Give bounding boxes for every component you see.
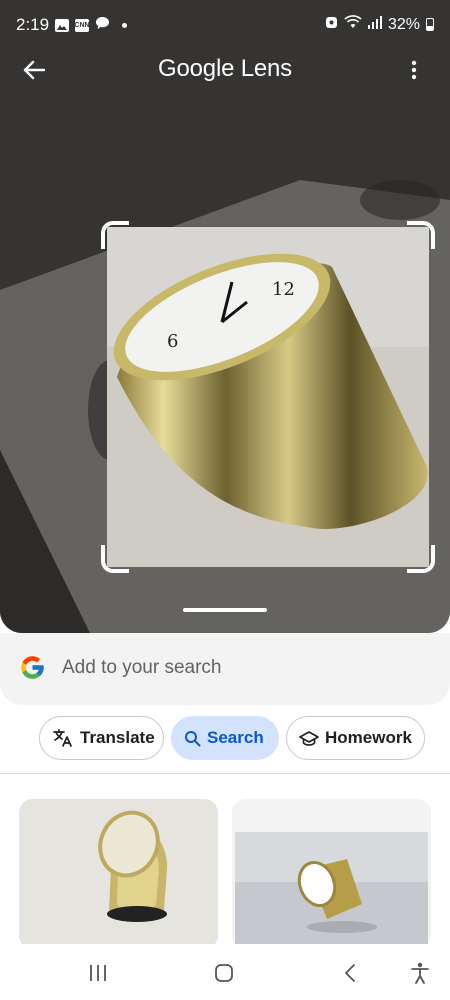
battery-icon — [426, 18, 434, 31]
clock-photo: 6 12 — [107, 227, 429, 567]
recents-button[interactable] — [83, 958, 113, 988]
crop-handle-top-left[interactable] — [101, 221, 129, 249]
chip-search[interactable]: Search — [171, 716, 279, 760]
chip-search-label: Search — [207, 728, 264, 747]
accessibility-button[interactable] — [405, 958, 435, 988]
nav-back-button[interactable] — [335, 958, 365, 988]
chip-translate[interactable]: Translate — [39, 716, 164, 760]
search-placeholder: Add to your search — [62, 657, 222, 678]
notification-icons: CNN — [55, 16, 127, 35]
more-notifications-dot — [122, 23, 127, 28]
crop-handle-top-right[interactable] — [407, 221, 435, 249]
signal-icon — [367, 15, 382, 34]
chip-homework[interactable]: Homework — [286, 716, 425, 760]
recents-icon — [90, 965, 106, 981]
crop-handle-bottom-right[interactable] — [407, 545, 435, 573]
result-card[interactable] — [232, 799, 431, 949]
divider — [0, 773, 450, 774]
accessibility-icon — [411, 962, 429, 984]
school-cap-icon — [299, 730, 319, 746]
svg-text:12: 12 — [272, 279, 295, 300]
chip-homework-label: Homework — [325, 728, 412, 747]
result-card[interactable] — [19, 799, 218, 949]
cnn-icon: CNN — [74, 19, 90, 32]
search-icon — [185, 730, 201, 746]
crop-handle-bottom-left[interactable] — [101, 545, 129, 573]
add-to-search-field[interactable]: Add to your search — [0, 633, 450, 703]
mode-chips: Translate Search Homework — [0, 716, 450, 762]
home-icon — [215, 964, 233, 982]
battery-percent: 32% — [387, 15, 420, 33]
result-thumbnail — [19, 799, 218, 949]
result-thumbnail — [232, 799, 431, 949]
image-icon — [55, 19, 69, 32]
translate-icon — [53, 729, 72, 747]
app-title: Google Lens — [158, 55, 292, 82]
system-status: 32% — [325, 15, 434, 34]
more-options-button[interactable] — [398, 54, 430, 86]
chevron-left-icon — [345, 964, 355, 982]
home-button[interactable] — [209, 958, 239, 988]
selected-region[interactable]: 6 12 — [107, 227, 429, 567]
chip-translate-label: Translate — [80, 728, 155, 747]
more-vert-icon — [411, 60, 417, 80]
wifi-icon — [344, 15, 362, 34]
status-time: 2:19 — [16, 15, 50, 34]
top-app-bar: Google Lens — [0, 48, 450, 92]
svg-text:6: 6 — [167, 331, 178, 352]
chat-icon — [95, 16, 110, 35]
image-viewer[interactable]: 6 12 — [0, 0, 450, 633]
system-nav-bar — [0, 944, 450, 1000]
google-g-icon — [21, 656, 44, 679]
sheet-drag-handle[interactable] — [183, 608, 267, 612]
status-bar: 2:19 CNN 32% — [0, 0, 450, 48]
alarm-icon — [325, 15, 338, 34]
